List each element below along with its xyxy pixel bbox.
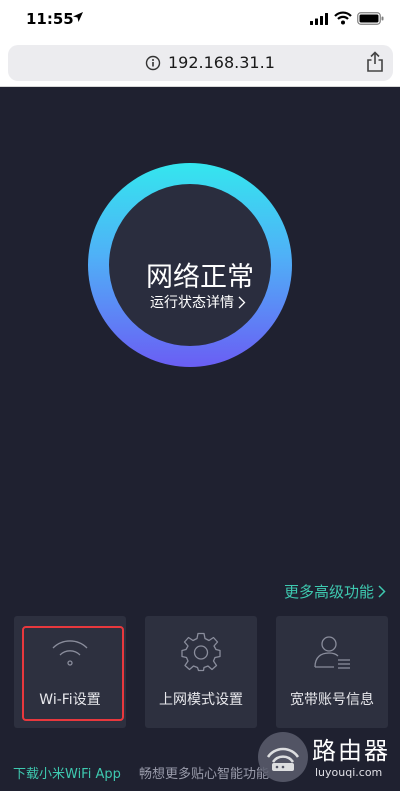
status-time: 11:55 bbox=[26, 10, 74, 28]
status-details-label: 运行状态详情 bbox=[150, 295, 234, 311]
watermark: 路由器 luyouqi.com bbox=[258, 726, 400, 784]
more-features-link[interactable]: 更多高级功能 bbox=[284, 581, 386, 602]
url-text: 192.168.31.1 bbox=[168, 53, 275, 72]
internet-mode-card[interactable]: 上网模式设置 bbox=[145, 616, 257, 728]
highlight-box bbox=[22, 626, 124, 721]
card-label: 上网模式设置 bbox=[159, 692, 243, 708]
download-app-link[interactable]: 下载小米WiFi App bbox=[13, 767, 121, 782]
ios-status-bar: 11:55 bbox=[0, 0, 400, 40]
chevron-right-icon bbox=[238, 296, 246, 308]
status-details-link[interactable]: 运行状态详情 bbox=[150, 292, 246, 312]
info-icon[interactable] bbox=[145, 55, 161, 71]
gear-icon bbox=[181, 632, 221, 672]
user-account-icon bbox=[314, 636, 350, 669]
router-admin-page: 网络正常 运行状态详情 更多高级功能 Wi-Fi设置 上网模式设置 宽带账号信息… bbox=[0, 87, 400, 791]
network-status-title: 网络正常 bbox=[146, 262, 254, 293]
watermark-url: luyouqi.com bbox=[315, 766, 383, 779]
browser-address-bar: 192.168.31.1 bbox=[0, 40, 400, 87]
wifi-icon bbox=[334, 11, 352, 25]
download-app-description: 畅想更多贴心智能功能 bbox=[139, 767, 270, 782]
card-label: 宽带账号信息 bbox=[290, 692, 374, 708]
watermark-title: 路由器 bbox=[312, 737, 390, 765]
url-field[interactable]: 192.168.31.1 bbox=[8, 45, 393, 81]
chevron-right-icon bbox=[378, 585, 386, 598]
battery-icon bbox=[357, 12, 384, 25]
more-features-label: 更多高级功能 bbox=[283, 583, 374, 601]
watermark-logo bbox=[258, 732, 308, 782]
location-arrow-icon bbox=[73, 12, 83, 22]
broadband-account-card[interactable]: 宽带账号信息 bbox=[276, 616, 388, 728]
share-icon[interactable] bbox=[366, 51, 384, 73]
app-download-row: 下载小米WiFi App 畅想更多贴心智能功能 bbox=[13, 763, 269, 782]
router-logo-icon bbox=[266, 747, 300, 771]
cellular-signal-icon bbox=[310, 13, 328, 25]
